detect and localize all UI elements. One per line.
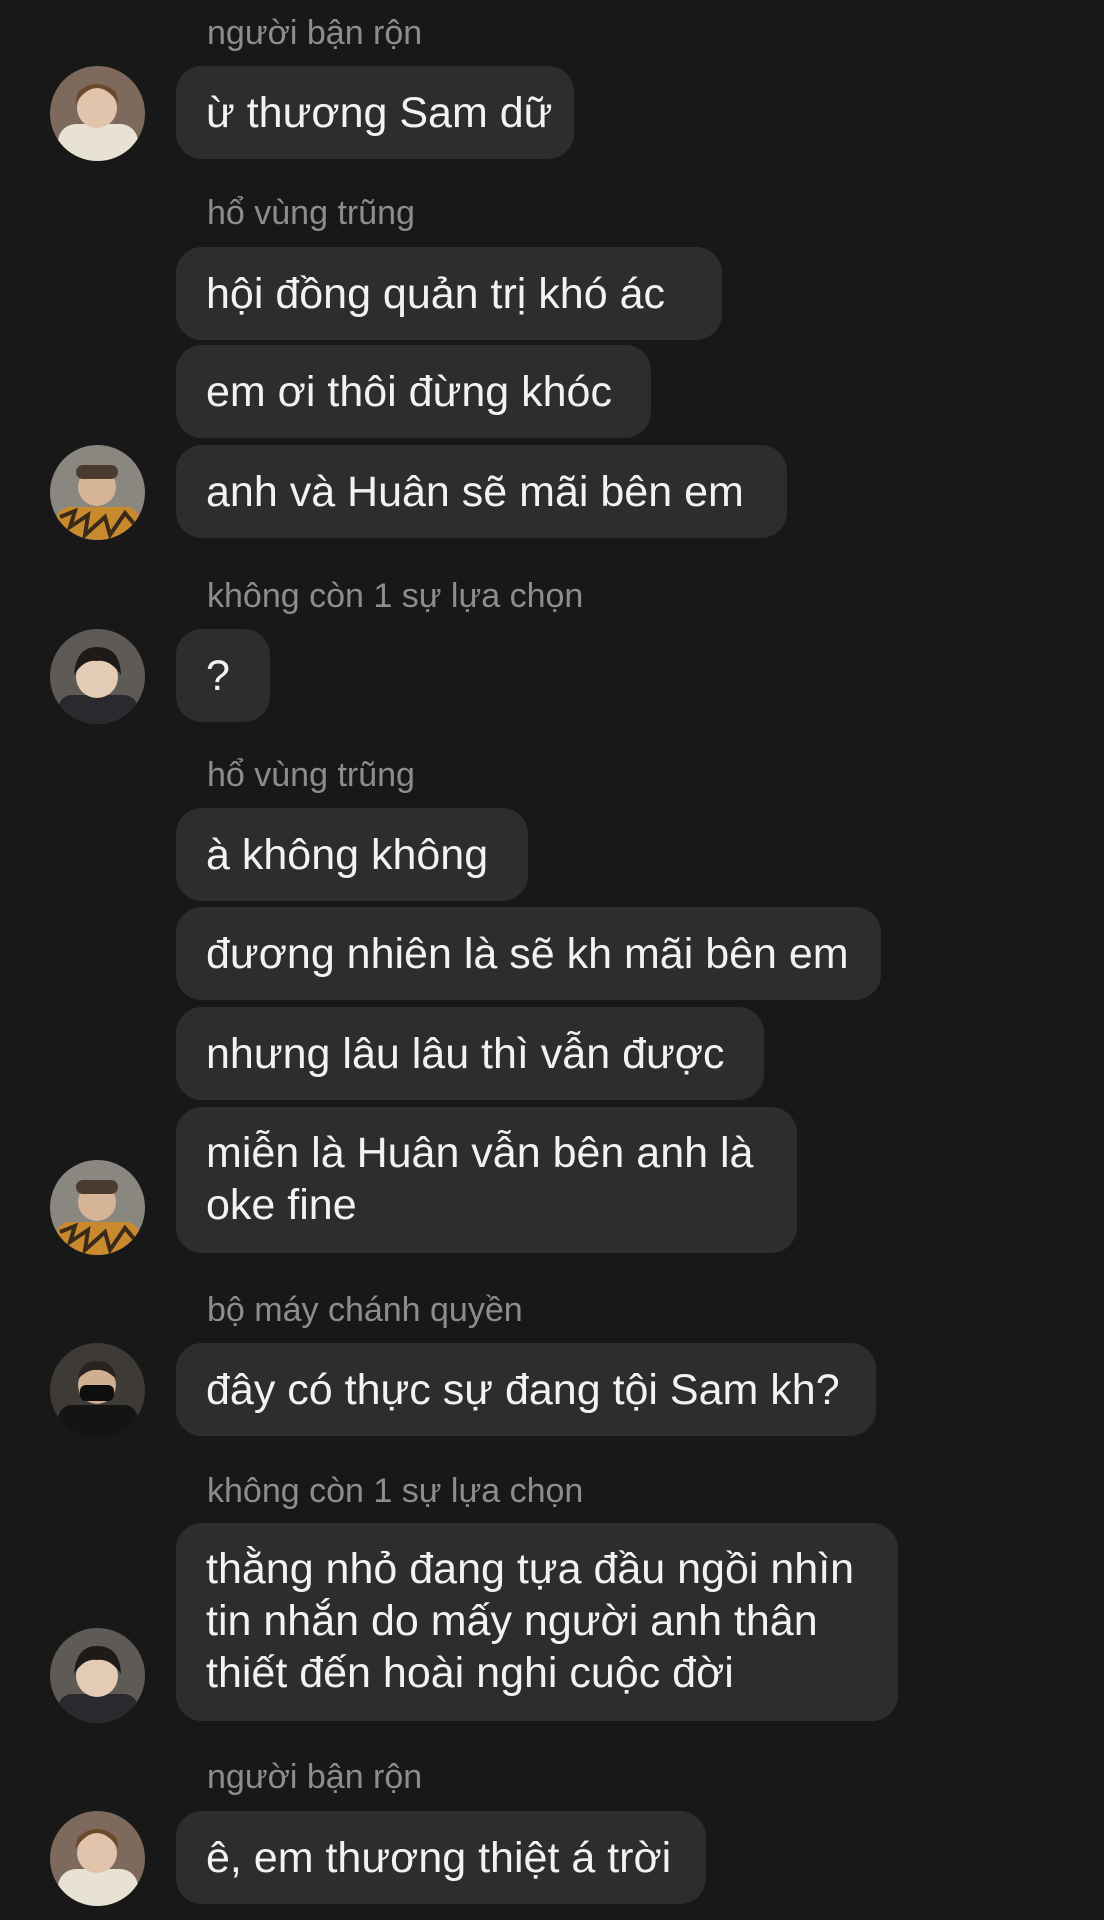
sender-name: người bận rộn [207, 1758, 423, 1796]
message-bubble[interactable]: ê, em thương thiệt á trời [176, 1811, 706, 1904]
message-bubble[interactable]: ? [176, 629, 270, 722]
avatar[interactable] [50, 1811, 145, 1906]
avatar[interactable] [50, 1628, 145, 1723]
message-bubble[interactable]: nhưng lâu lâu thì vẫn được [176, 1007, 764, 1100]
sender-name: không còn 1 sự lựa chọn [207, 577, 584, 615]
message-bubble[interactable]: thằng nhỏ đang tựa đầu ngồi nhìn tin nhắ… [176, 1523, 898, 1721]
message-bubble[interactable]: anh và Huân sẽ mãi bên em [176, 445, 787, 538]
sender-name: người bận rộn [207, 14, 423, 52]
message-bubble[interactable]: đương nhiên là sẽ kh mãi bên em [176, 907, 881, 1000]
sender-name: bộ máy chánh quyền [207, 1291, 523, 1329]
avatar[interactable] [50, 629, 145, 724]
message-bubble[interactable]: đây có thực sự đang tội Sam kh? [176, 1343, 876, 1436]
avatar[interactable] [50, 445, 145, 540]
message-bubble[interactable]: miễn là Huân vẫn bên anh là oke fine [176, 1107, 797, 1253]
avatar[interactable] [50, 1160, 145, 1255]
sender-name: hổ vùng trũng [207, 756, 415, 794]
avatar[interactable] [50, 1343, 145, 1438]
message-bubble[interactable]: em ơi thôi đừng khóc [176, 345, 651, 438]
message-bubble[interactable]: à không không [176, 808, 528, 901]
sender-name: hổ vùng trũng [207, 194, 415, 232]
avatar[interactable] [50, 66, 145, 161]
message-bubble[interactable]: hội đồng quản trị khó ác [176, 247, 722, 340]
message-bubble[interactable]: ừ thương Sam dữ [176, 66, 574, 159]
sender-name: không còn 1 sự lựa chọn [207, 1472, 584, 1510]
